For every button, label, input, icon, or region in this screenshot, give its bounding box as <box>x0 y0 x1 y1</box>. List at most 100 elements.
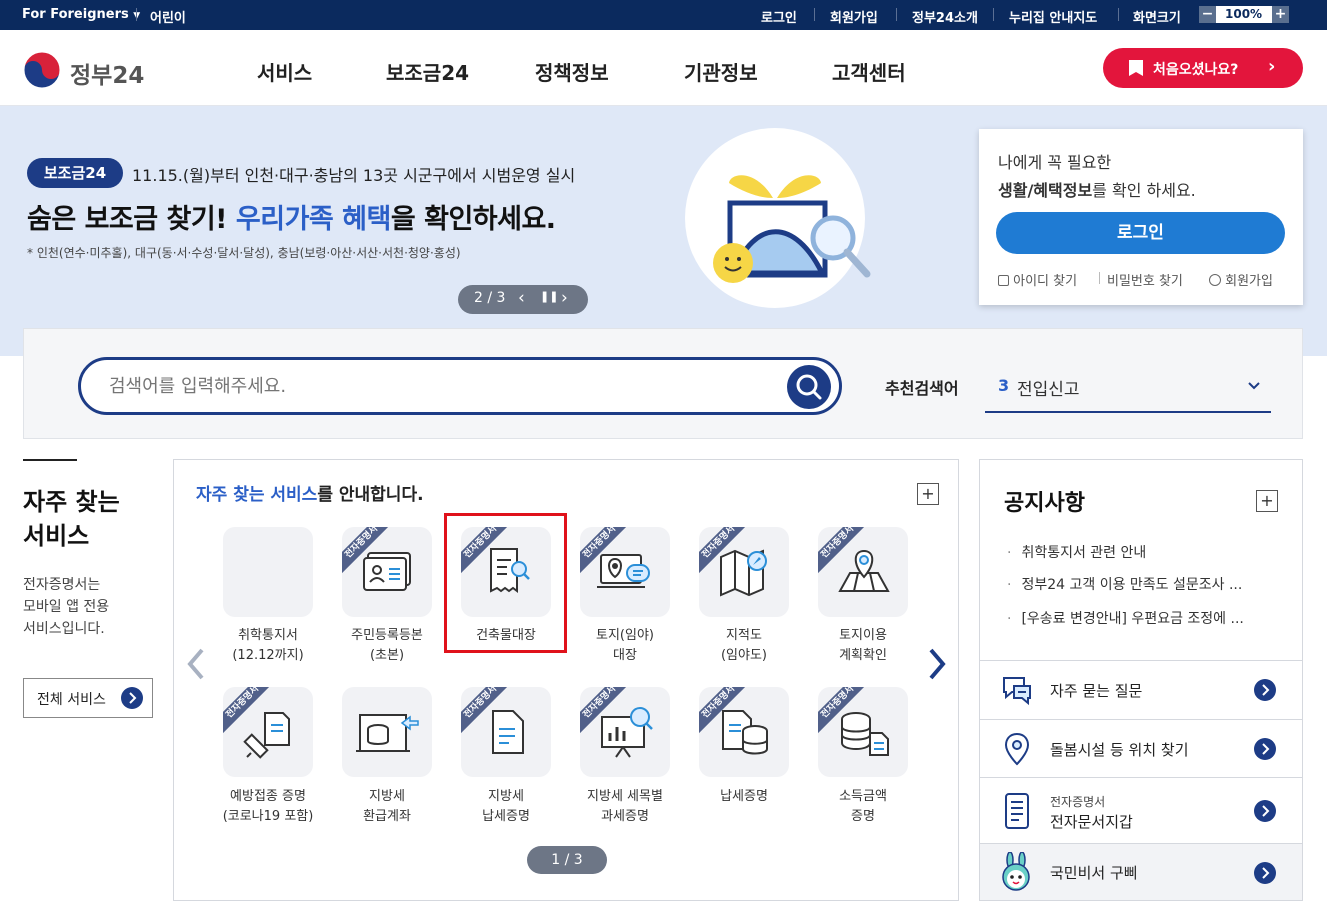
notice-item[interactable]: · [우송료 변경안내] 우편요금 조정에 ... <box>1007 608 1244 628</box>
zoom-out-button[interactable]: − <box>1199 6 1216 23</box>
find-password-link[interactable]: 비밀번호 찾기 <box>1107 270 1183 289</box>
coin-stack-icon <box>841 712 889 756</box>
recommended-term: 전입신고 <box>1017 380 1080 400</box>
assistant-label: 국민비서 구삐 <box>1050 864 1138 882</box>
hero-prev-button[interactable]: ‹ <box>518 288 525 308</box>
care-location-link[interactable]: 돌봄시설 등 위치 찾기 <box>980 719 1302 777</box>
service-label: 주민등록등본 (초본) <box>351 628 423 663</box>
bookmark-star-icon <box>1129 60 1143 76</box>
ecert-wallet-link[interactable]: 전자증명서 전자문서지갑 <box>980 777 1302 843</box>
service-tile <box>223 527 313 617</box>
service-label: 납세증명 <box>720 789 768 804</box>
user-circle-icon <box>1209 274 1221 286</box>
nav-policy[interactable]: 정책정보 <box>535 57 609 86</box>
login-card: 나에게 꼭 필요한 생활/혜택정보를 확인 하세요. 로그인 아이디 찾기 비밀… <box>979 129 1303 305</box>
service-label: 지방세 세목별 과세증명 <box>587 789 663 824</box>
service-label: 토지이용 계획확인 <box>839 628 887 663</box>
notice-item[interactable]: · 취학통지서 관련 안내 <box>1007 542 1146 562</box>
zoom-control: − 100% + <box>1199 6 1289 23</box>
search-input[interactable] <box>109 372 769 400</box>
mobile-document-icon <box>1005 793 1029 829</box>
login-card-line2: 생활/혜택정보를 확인 하세요. <box>998 181 1196 200</box>
hero-next-button[interactable]: › <box>561 288 568 308</box>
all-services-button[interactable]: 전체 서비스 <box>23 678 153 718</box>
utility-bar: For Foreigners ▼ 어린이 로그인 회원가입 정부24소개 누리집… <box>0 0 1327 30</box>
zoom-in-button[interactable]: + <box>1272 6 1289 23</box>
screen-size-label: 화면크기 <box>1133 11 1181 26</box>
search-panel: 추천검색어 3 전입신고 <box>23 328 1303 439</box>
map-compass-icon <box>720 549 767 597</box>
service-label: 지방세 환급계좌 <box>363 789 411 824</box>
nav-support[interactable]: 고객센터 <box>832 57 906 86</box>
monitor-location-icon <box>597 554 650 588</box>
faq-label: 자주 묻는 질문 <box>1050 682 1143 700</box>
rabbit-mascot-icon <box>1002 852 1030 891</box>
service-tile: 전자증명서 <box>818 687 908 777</box>
find-id-link[interactable]: 아이디 찾기 <box>998 270 1077 289</box>
service-label: 소득금액 증명 <box>839 789 887 824</box>
service-label: 취학통지서 (12.12까지) <box>232 628 304 663</box>
document-search-icon <box>490 548 530 593</box>
service-tile: 전자증명서 <box>342 527 432 617</box>
zoom-value: 100% <box>1225 7 1263 21</box>
services-next-arrow-icon[interactable] <box>925 646 949 682</box>
search-icon <box>796 374 822 400</box>
join-link[interactable]: 회원가입 <box>1209 270 1273 289</box>
faq-link[interactable]: 자주 묻는 질문 <box>980 660 1302 719</box>
nav-subsidy24[interactable]: 보조금24 <box>386 57 469 86</box>
service-tile: 전자증명서 <box>818 527 908 617</box>
nav-agency[interactable]: 기관정보 <box>684 57 758 86</box>
for-foreigners-menu[interactable]: For Foreigners ▼ <box>22 7 140 22</box>
ecert-wallet-label: 전자문서지갑 <box>1050 813 1133 831</box>
ecert-description: 전자증명서는 모바일 앱 전용 서비스입니다. <box>23 577 110 637</box>
notice-item[interactable]: · 정부24 고객 이용 만족도 설문조사 ... <box>1007 574 1242 594</box>
nav-services[interactable]: 서비스 <box>257 57 312 86</box>
signup-link[interactable]: 회원가입 <box>830 7 878 26</box>
service-tile: 전자증명서 <box>699 687 789 777</box>
services-heading: 자주 찾는 서비스를 안내합니다. <box>196 485 424 505</box>
care-location-label: 돌봄시설 등 위치 찾기 <box>1050 741 1189 759</box>
hero-pager: 2 / 3 ‹ ❚❚ › <box>458 285 588 314</box>
login-button[interactable]: 로그인 <box>996 212 1285 254</box>
chevron-down-icon <box>1248 382 1260 390</box>
service-label: 지방세 납세증명 <box>482 789 530 824</box>
map-pin-icon <box>838 549 890 592</box>
divider <box>814 8 815 21</box>
hero-illustration <box>685 128 871 308</box>
hero-subnote: * 인천(연수·미추홀), 대구(동·서·수성·달서·달성), 충남(보령·아산… <box>27 246 461 260</box>
coin-return-icon <box>356 714 419 752</box>
subsidy24-badge: 보조금24 <box>27 158 123 188</box>
assistant-link[interactable]: 국민비서 구삐 <box>980 843 1302 900</box>
service-tile: 전자증명서 <box>699 527 789 617</box>
login-link[interactable]: 로그인 <box>761 7 797 26</box>
frequent-services-title: 자주 찾는 서비스 <box>23 488 120 550</box>
arrow-right-circle-icon <box>1254 862 1276 884</box>
services-prev-arrow-icon[interactable] <box>184 646 208 682</box>
divider <box>1099 272 1100 284</box>
lock-icon <box>998 275 1009 286</box>
services-more-button[interactable]: + <box>917 483 939 505</box>
service-tile: 전자증명서 <box>461 527 551 617</box>
id-card-icon <box>363 552 411 591</box>
divider <box>1118 8 1119 21</box>
gift-magnifier-icon <box>713 175 871 283</box>
kids-link[interactable]: 어린이 <box>150 7 186 26</box>
gov24-logo[interactable]: 정부24 <box>22 50 152 90</box>
hero-pause-button[interactable]: ❚❚ <box>540 290 558 303</box>
about-link[interactable]: 정부24소개 <box>912 7 978 26</box>
tax-document-icon <box>492 710 524 754</box>
coin-document-icon <box>722 710 768 755</box>
arrow-right-circle-icon <box>121 687 143 709</box>
service-tile: 전자증명서 <box>580 687 670 777</box>
hero-headline: 숨은 보조금 찾기! 우리가족 혜택을 확인하세요. <box>27 204 556 235</box>
services-pager: 1 / 3 <box>527 846 607 874</box>
search-button[interactable] <box>787 365 831 409</box>
site-header: 정부24 서비스 보조금24 정책정보 기관정보 고객센터 처음오셨나요? › <box>0 30 1327 106</box>
first-visit-button[interactable]: 처음오셨나요? › <box>1103 48 1303 88</box>
service-label: 예방접종 증명 (코로나19 포함) <box>222 789 314 824</box>
hero-page-indicator: 2 / 3 <box>474 290 506 306</box>
recommended-dropdown[interactable]: 3 전입신고 <box>985 365 1271 413</box>
sitemap-link[interactable]: 누리집 안내지도 <box>1009 7 1097 26</box>
divider <box>136 8 137 21</box>
notice-more-button[interactable]: + <box>1256 490 1278 512</box>
